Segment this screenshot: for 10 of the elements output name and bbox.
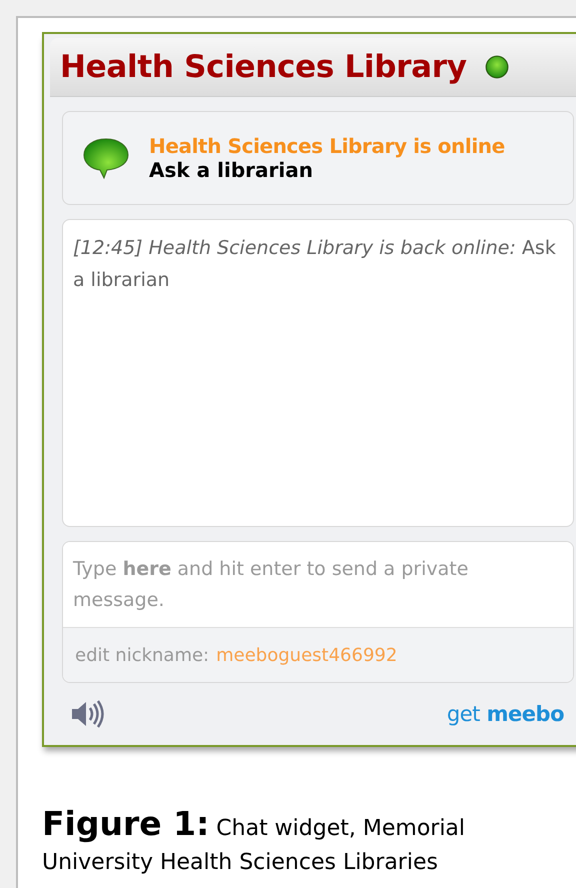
status-label: Health Sciences Library is online xyxy=(149,134,505,158)
speaker-icon[interactable] xyxy=(70,699,104,729)
status-subtitle: Ask a librarian xyxy=(149,158,314,182)
nickname-link[interactable]: meeboguest466992 xyxy=(216,644,398,666)
figure-caption: Figure 1: Chat widget, Memorial University Health Sciences Libraries xyxy=(42,807,466,877)
chat-message: [12:45] Health Sciences Library is back online: Ask a librarian xyxy=(73,236,557,293)
brand-logo[interactable]: get meebo xyxy=(446,702,564,726)
nickname-label: edit nickname: xyxy=(75,644,210,666)
widget-title: Health Sciences Library xyxy=(60,49,467,85)
message-field[interactable]: Type here and hit enter to send a private message. xyxy=(63,542,573,628)
